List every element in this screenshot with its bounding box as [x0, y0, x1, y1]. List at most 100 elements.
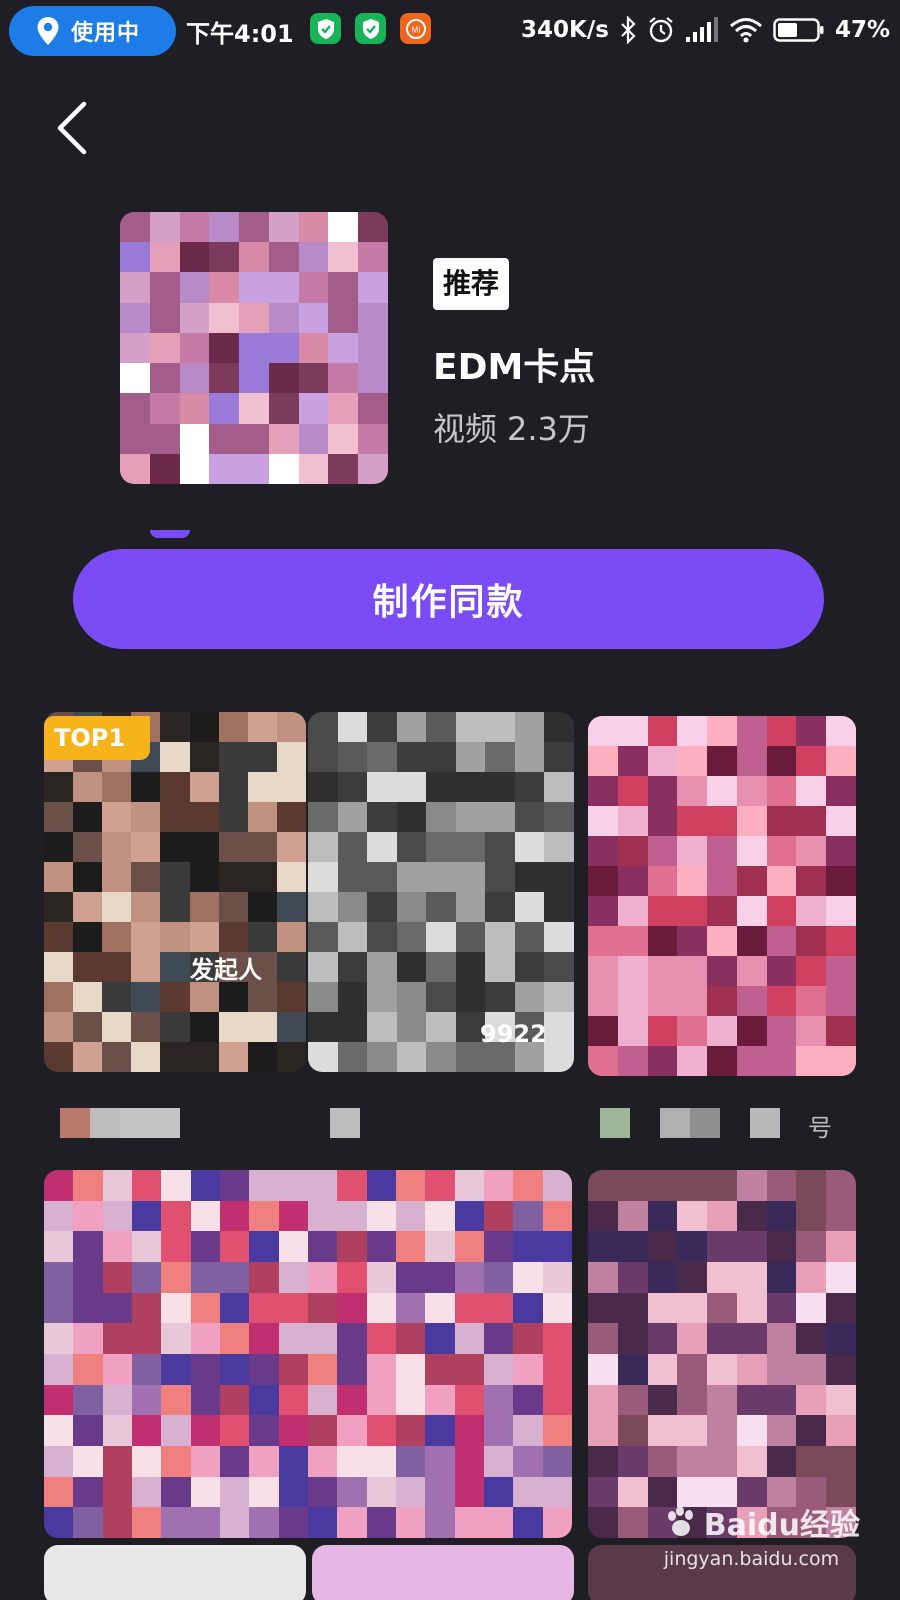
mosaic-tile — [366, 1200, 396, 1232]
mosaic-tile — [268, 393, 299, 424]
mosaic-tile — [161, 1231, 191, 1262]
mosaic-tile — [337, 1170, 367, 1201]
mosaic-tile — [736, 866, 767, 896]
mosaic-tile — [308, 1445, 338, 1477]
mosaic-tile — [73, 1445, 103, 1477]
mosaic-tile — [73, 982, 103, 1012]
mosaic-tile — [358, 393, 388, 424]
mosaic-tile — [736, 716, 767, 746]
mosaic-tile — [102, 1231, 132, 1262]
video-card[interactable] — [44, 712, 306, 1072]
mosaic-tile — [647, 716, 678, 746]
video-card[interactable] — [312, 1545, 574, 1600]
mosaic-tile — [218, 1012, 248, 1042]
card-caption: 发起人 — [190, 956, 262, 984]
mosaic-tile — [677, 1261, 708, 1293]
video-card[interactable] — [44, 1170, 572, 1538]
mosaic-tile — [425, 1200, 455, 1232]
location-in-use-pill[interactable]: 使用中 — [9, 6, 176, 56]
mosaic-tile — [826, 1353, 856, 1385]
mosaic-tile — [796, 1170, 827, 1201]
mosaic-tile — [189, 982, 219, 1012]
mosaic-tile — [308, 1012, 338, 1042]
video-card[interactable] — [588, 1170, 856, 1538]
mosaic-tile — [44, 1384, 74, 1416]
mosaic-tile — [308, 892, 338, 922]
mosaic-tile — [796, 956, 827, 986]
video-card[interactable] — [44, 1545, 306, 1600]
mosaic-tile — [268, 453, 299, 484]
mosaic-tile — [766, 1384, 797, 1416]
mosaic-tile — [677, 1323, 708, 1354]
mosaic-tile — [179, 453, 210, 484]
mosaic-tile — [179, 272, 210, 303]
mosaic-tile — [102, 1507, 132, 1538]
mosaic-tile — [209, 272, 240, 303]
mosaic-tile — [484, 1353, 514, 1385]
mosaic-tile — [44, 1415, 74, 1446]
make-same-button[interactable]: 制作同款 — [73, 549, 824, 649]
mosaic-tile — [247, 1012, 277, 1042]
video-card[interactable] — [588, 716, 856, 1076]
video-count-value: 2.3万 — [507, 410, 590, 448]
mosaic-tile — [218, 862, 248, 892]
mosaic-tile — [44, 1012, 74, 1042]
mosaic-tile — [647, 956, 678, 986]
video-card[interactable] — [308, 712, 574, 1072]
mosaic-tile — [484, 1415, 514, 1446]
mosaic-tile — [179, 363, 210, 394]
mosaic-tile — [588, 1415, 618, 1446]
mosaic-tile — [647, 1415, 678, 1446]
mosaic-tile — [276, 832, 306, 862]
mosaic-tile — [189, 802, 219, 832]
mosaic-tile — [425, 1323, 455, 1354]
mosaic-tile — [220, 1261, 250, 1293]
video-count: 视频 2.3万 — [433, 404, 590, 450]
mosaic-tile — [484, 1384, 514, 1416]
mosaic-tile — [707, 1016, 737, 1046]
card-meta-row — [60, 1108, 180, 1138]
mosaic-tile — [617, 1384, 648, 1416]
mosaic-tile — [485, 862, 515, 892]
mosaic-tile — [366, 1261, 396, 1293]
mosaic-tile — [796, 806, 827, 836]
back-arrow-icon[interactable] — [52, 100, 96, 156]
mosaic-tile — [588, 1292, 618, 1324]
mosaic-tile — [826, 1170, 856, 1201]
status-bar: 使用中 下午4:01 MI 340K/s 47% — [0, 0, 900, 60]
mosaic-tile — [161, 1445, 191, 1477]
mosaic-tile — [149, 242, 180, 273]
mosaic-tile — [220, 1384, 250, 1416]
mosaic-tile — [617, 866, 648, 896]
mosaic-tile — [337, 1261, 367, 1293]
mosaic-tile — [617, 1016, 648, 1046]
mosaic-tile — [179, 393, 210, 424]
mosaic-tile — [298, 302, 329, 333]
mosaic-tile — [44, 1042, 74, 1072]
mosaic-tile — [707, 1353, 737, 1385]
mosaic-tile — [102, 1415, 132, 1446]
mosaic-tile — [308, 1261, 338, 1293]
mosaic-tile — [707, 1445, 737, 1477]
mosaic-tile — [677, 1415, 708, 1446]
mosaic-tile — [239, 332, 269, 364]
mosaic-tile — [358, 332, 388, 364]
mosaic-tile — [120, 302, 150, 333]
mosaic-tile — [514, 982, 545, 1012]
mosaic-tile — [278, 1384, 308, 1416]
mi-app-icon: MI — [400, 13, 431, 44]
mosaic-tile — [189, 922, 219, 952]
mosaic-tile — [588, 1507, 618, 1538]
mosaic-tile — [308, 1231, 338, 1262]
mosaic-tile — [826, 746, 856, 776]
mosaic-tile — [396, 1445, 426, 1477]
mosaic-tile — [149, 453, 180, 484]
mosaic-tile — [647, 1323, 678, 1354]
mosaic-tile — [308, 982, 338, 1012]
card-meta-suffix: 号 — [808, 1114, 832, 1142]
mosaic-tile — [513, 1445, 543, 1477]
mosaic-tile — [358, 423, 388, 454]
mosaic-tile — [544, 1042, 574, 1072]
mosaic-tile — [44, 1445, 74, 1477]
mosaic-tile — [796, 1445, 827, 1477]
